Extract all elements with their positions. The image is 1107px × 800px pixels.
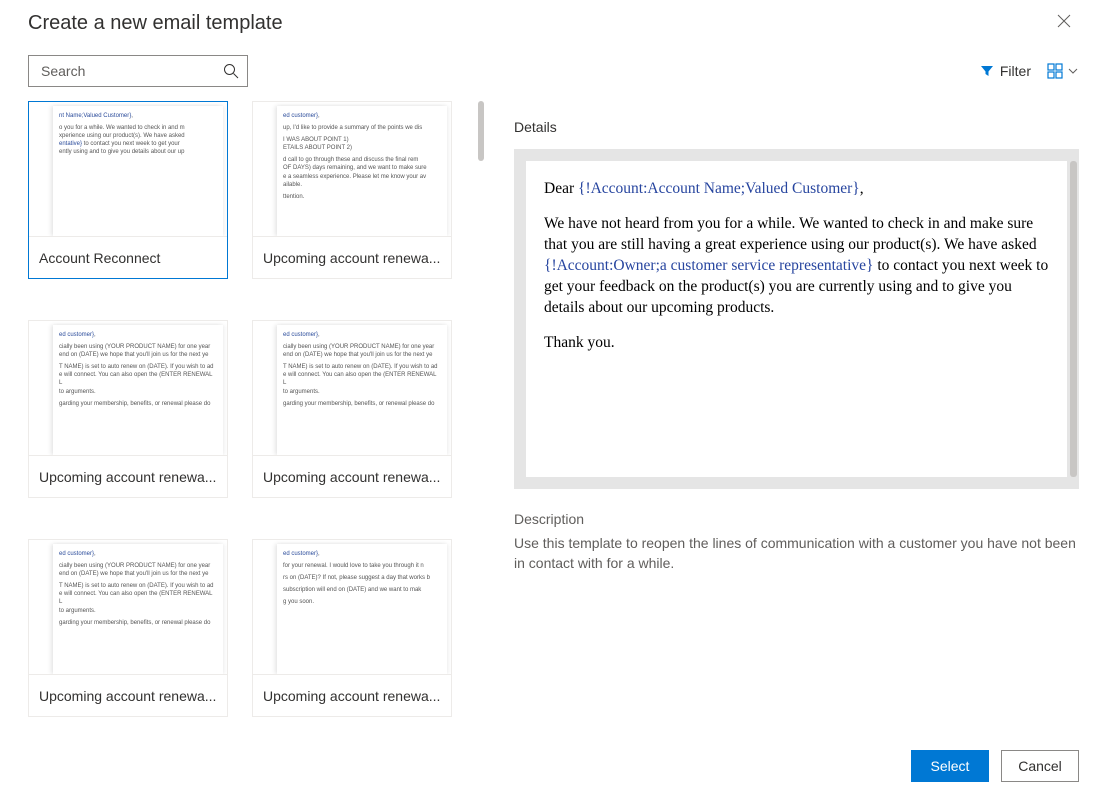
template-thumbnail: ed customer}, for your renewal. I would …: [253, 540, 451, 674]
preview-greeting: Dear {!Account:Account Name;Valued Custo…: [544, 179, 1049, 200]
search-box[interactable]: [28, 55, 248, 87]
view-switcher[interactable]: [1047, 63, 1079, 79]
template-label: Upcoming account renewa...: [253, 236, 451, 278]
preview-body: We have not heard from you for a while. …: [544, 214, 1049, 319]
template-label: Upcoming account renewa...: [29, 674, 227, 716]
merge-field: {!Account:Owner;a customer service repre…: [544, 257, 873, 274]
template-gallery[interactable]: nt Name;Valued Customer}, o you for a wh…: [28, 101, 488, 734]
template-thumbnail: nt Name;Valued Customer}, o you for a wh…: [29, 102, 227, 236]
template-card[interactable]: ed customer}, for your renewal. I would …: [252, 539, 452, 717]
preview-scrollbar[interactable]: [1070, 161, 1077, 477]
template-label: Account Reconnect: [29, 236, 227, 278]
chevron-down-icon: [1067, 65, 1079, 77]
dialog-header: Create a new email template: [0, 0, 1107, 43]
details-heading: Details: [514, 119, 1079, 135]
template-thumbnail: ed customer}, up, I'd like to provide a …: [253, 102, 451, 236]
search-input[interactable]: [41, 63, 223, 79]
template-thumbnail: ed customer}, cially been using (YOUR PR…: [253, 321, 451, 455]
preview-content: Dear {!Account:Account Name;Valued Custo…: [526, 161, 1067, 477]
filter-icon: [980, 64, 994, 78]
close-button[interactable]: [1049, 10, 1079, 37]
details-pane: Details Dear {!Account:Account Name;Valu…: [488, 101, 1079, 734]
grid-icon: [1047, 63, 1063, 79]
content-area: nt Name;Valued Customer}, o you for a wh…: [0, 101, 1107, 734]
search-icon: [223, 63, 239, 79]
close-icon: [1057, 14, 1071, 28]
template-thumbnail: ed customer}, cially been using (YOUR PR…: [29, 540, 227, 674]
toolbar-right: Filter: [980, 63, 1079, 79]
template-card[interactable]: ed customer}, cially been using (YOUR PR…: [252, 320, 452, 498]
filter-button[interactable]: Filter: [980, 63, 1031, 79]
description-text: Use this template to reopen the lines of…: [514, 533, 1079, 574]
template-card[interactable]: ed customer}, up, I'd like to provide a …: [252, 101, 452, 279]
preview-container: Dear {!Account:Account Name;Valued Custo…: [514, 149, 1079, 489]
gallery-scrollbar[interactable]: [478, 101, 484, 161]
preview-closing: Thank you.: [544, 333, 1049, 354]
template-label: Upcoming account renewa...: [29, 455, 227, 497]
template-card[interactable]: ed customer}, cially been using (YOUR PR…: [28, 320, 228, 498]
template-thumbnail: ed customer}, cially been using (YOUR PR…: [29, 321, 227, 455]
template-label: Upcoming account renewa...: [253, 455, 451, 497]
filter-label: Filter: [1000, 63, 1031, 79]
template-label: Upcoming account renewa...: [253, 674, 451, 716]
dialog-title: Create a new email template: [28, 12, 283, 35]
template-gallery-wrapper: nt Name;Valued Customer}, o you for a wh…: [28, 101, 488, 734]
merge-field: {!Account:Account Name;Valued Customer}: [578, 180, 860, 197]
template-card[interactable]: ed customer}, cially been using (YOUR PR…: [28, 539, 228, 717]
toolbar: Filter: [0, 43, 1107, 101]
template-card[interactable]: nt Name;Valued Customer}, o you for a wh…: [28, 101, 228, 279]
cancel-button[interactable]: Cancel: [1001, 750, 1079, 782]
select-button[interactable]: Select: [911, 750, 989, 782]
description-label: Description: [514, 511, 1079, 527]
dialog-footer: Select Cancel: [0, 734, 1107, 800]
